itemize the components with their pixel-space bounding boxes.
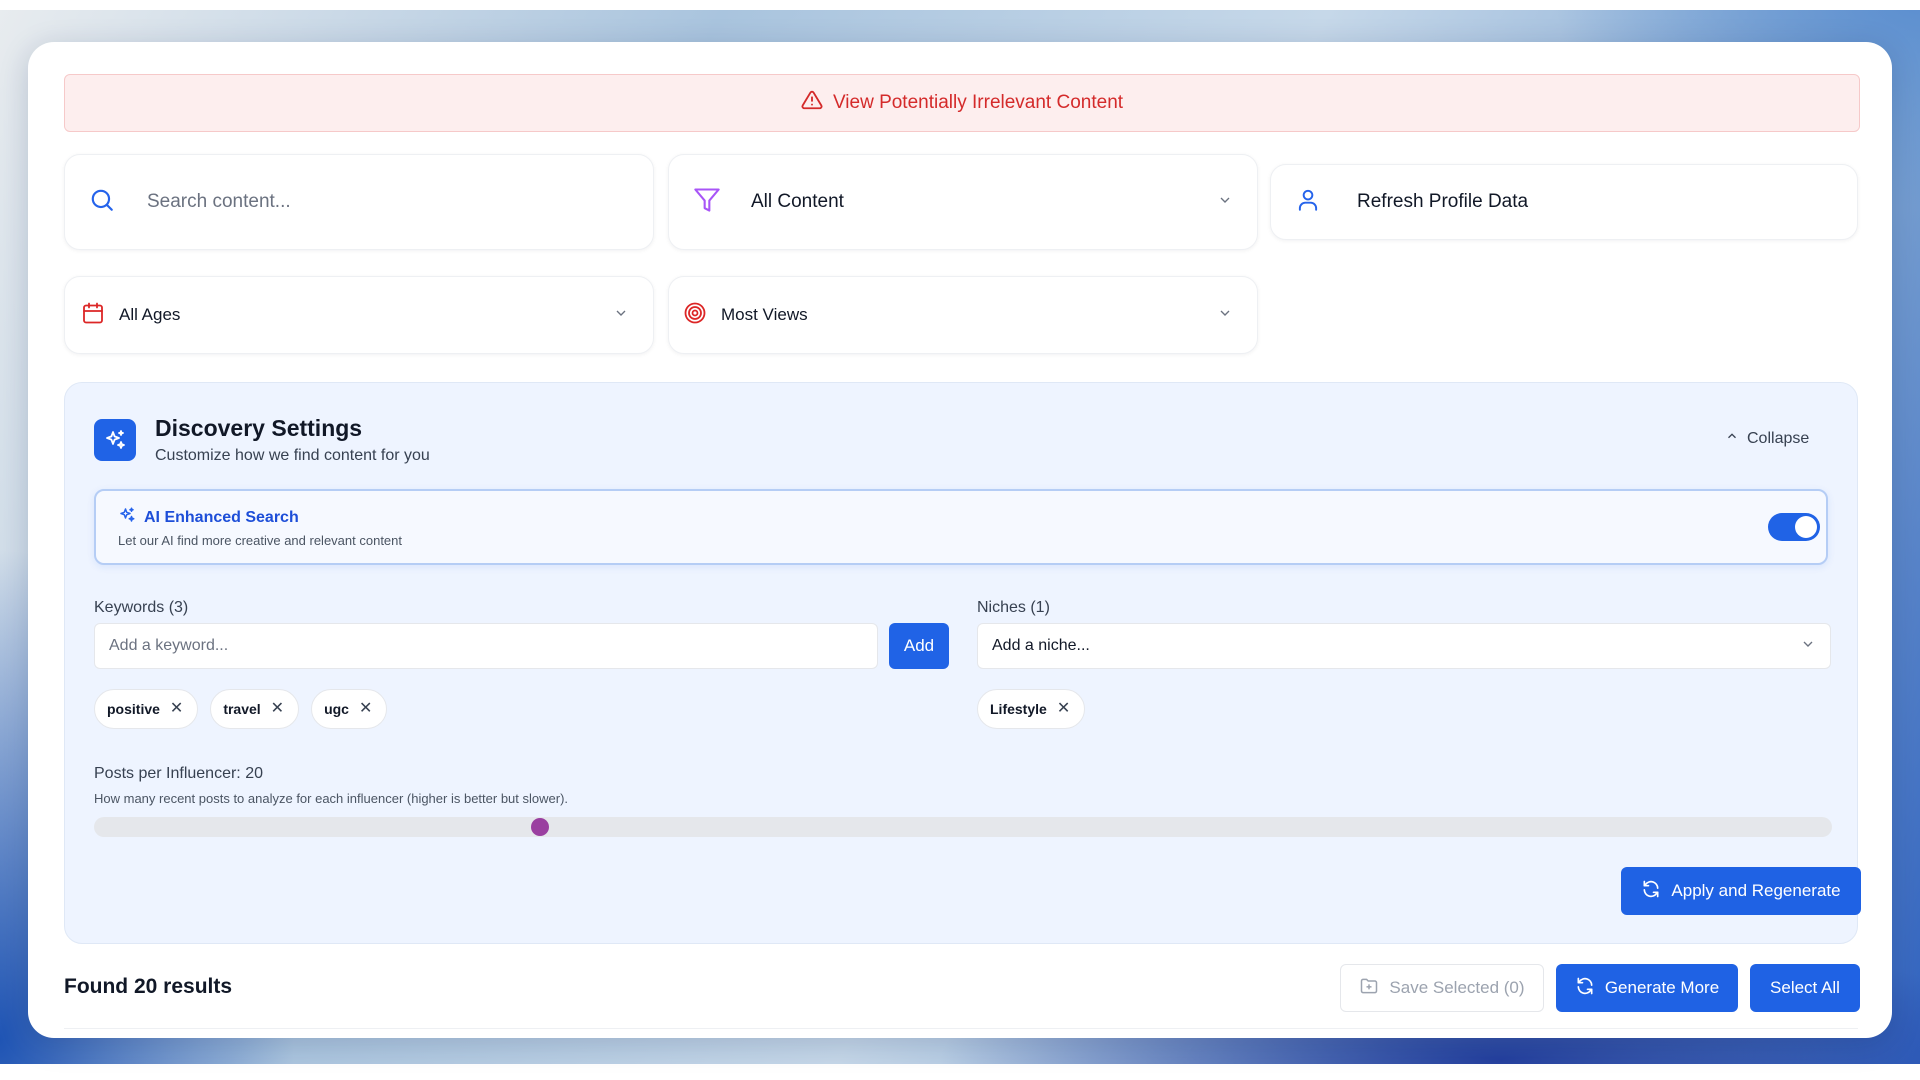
age-select[interactable]: All Ages	[64, 276, 654, 354]
niche-select[interactable]: Add a niche...	[977, 623, 1831, 669]
main-card: View Potentially Irrelevant Content All …	[28, 42, 1892, 1038]
content-type-select[interactable]: All Content	[668, 154, 1258, 250]
alert-text: View Potentially Irrelevant Content	[832, 92, 1124, 113]
sparkles-icon	[118, 506, 136, 529]
save-selected-button[interactable]: Save Selected (0)	[1340, 964, 1544, 1012]
niche-chip-label: Lifestyle	[990, 701, 1047, 717]
search-icon	[89, 187, 115, 218]
age-value: All Ages	[119, 305, 181, 324]
remove-icon[interactable]: ✕	[271, 701, 284, 717]
ai-subtitle: Let our AI find more creative and releva…	[118, 533, 403, 548]
discovery-settings-panel: Discovery Settings Customize how we find…	[64, 382, 1861, 944]
refresh-profile-button[interactable]: Refresh Profile Data	[1270, 164, 1858, 240]
keyword-chip-label: ugc	[324, 701, 349, 717]
generate-more-label: Generate More	[1604, 978, 1720, 997]
chevron-down-icon	[1217, 192, 1233, 213]
save-selected-label: Save Selected (0)	[1389, 978, 1525, 997]
posts-per-influencer-slider[interactable]	[94, 817, 1832, 837]
results-count: Found 20 results	[64, 975, 233, 998]
apply-regenerate-label: Apply and Regenerate	[1671, 881, 1841, 900]
user-icon	[1295, 187, 1321, 218]
add-keyword-button[interactable]: Add	[889, 623, 949, 669]
target-icon	[683, 301, 707, 330]
sparkles-icon	[94, 419, 136, 461]
keyword-chip: travel ✕	[210, 689, 300, 729]
posts-per-influencer-description: How many recent posts to analyze for eac…	[94, 791, 569, 806]
ai-toggle[interactable]	[1768, 513, 1820, 541]
slider-thumb[interactable]	[531, 818, 549, 836]
keyword-chip-label: positive	[107, 701, 160, 717]
keywords-label: Keywords (3)	[94, 599, 189, 616]
keyword-chip: ugc ✕	[311, 689, 388, 729]
generate-more-button[interactable]: Generate More	[1556, 964, 1738, 1012]
collapse-label: Collapse	[1747, 429, 1810, 447]
content-type-value: All Content	[751, 191, 844, 212]
niche-chips: Lifestyle ✕	[977, 689, 1086, 729]
apply-regenerate-button[interactable]: Apply and Regenerate	[1621, 867, 1861, 915]
discovery-subtitle: Customize how we find content for you	[155, 447, 430, 464]
window-top-edge	[0, 0, 1920, 10]
keyword-chip: positive ✕	[94, 689, 199, 729]
toggle-knob	[1795, 516, 1817, 538]
refresh-icon	[1641, 879, 1661, 904]
niche-chip: Lifestyle ✕	[977, 689, 1086, 729]
remove-icon[interactable]: ✕	[170, 701, 183, 717]
results-divider	[64, 1028, 1858, 1029]
remove-icon[interactable]: ✕	[359, 701, 372, 717]
refresh-icon	[1575, 976, 1595, 1001]
irrelevant-content-alert[interactable]: View Potentially Irrelevant Content	[64, 74, 1860, 132]
keyword-chip-label: travel	[223, 701, 261, 717]
niche-placeholder: Add a niche...	[992, 637, 1090, 654]
calendar-icon	[81, 301, 105, 330]
ai-enhanced-search-card: AI Enhanced Search Let our AI find more …	[94, 489, 1828, 565]
chevron-down-icon	[1800, 636, 1816, 657]
warning-triangle-icon	[801, 89, 823, 117]
search-input[interactable]	[145, 190, 599, 214]
chevron-down-icon	[1217, 305, 1233, 326]
keyword-chips: positive ✕ travel ✕ ugc ✕	[94, 689, 388, 729]
ai-title: AI Enhanced Search	[144, 508, 299, 526]
refresh-profile-label: Refresh Profile Data	[1357, 191, 1529, 212]
posts-per-influencer-label: Posts per Influencer: 20	[94, 765, 263, 782]
select-all-button[interactable]: Select All	[1750, 964, 1860, 1012]
folder-plus-icon	[1359, 976, 1379, 1001]
sort-select[interactable]: Most Views	[668, 276, 1258, 354]
window-bottom-edge	[0, 1064, 1920, 1080]
collapse-button[interactable]: Collapse	[1725, 429, 1809, 448]
ai-title-row: AI Enhanced Search	[118, 506, 299, 529]
remove-icon[interactable]: ✕	[1057, 701, 1070, 717]
filter-icon	[693, 186, 721, 219]
chevron-up-icon	[1725, 429, 1739, 448]
search-field[interactable]	[64, 154, 654, 250]
sort-value: Most Views	[721, 305, 808, 324]
niches-label: Niches (1)	[977, 599, 1050, 616]
chevron-down-icon	[613, 305, 629, 326]
discovery-title: Discovery Settings	[155, 415, 363, 441]
keyword-input[interactable]	[94, 623, 878, 669]
